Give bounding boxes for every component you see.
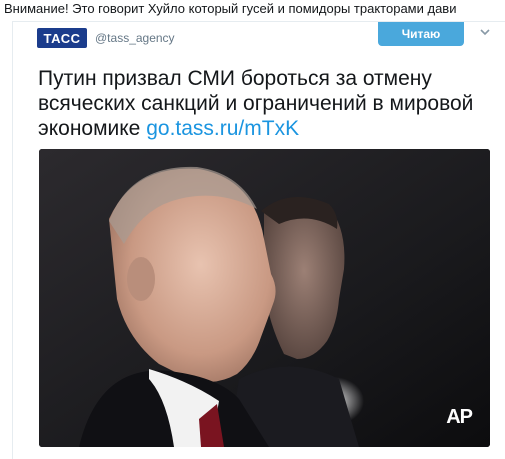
tweet-text: Путин призвал СМИ бороться за отмену вся… [38, 66, 498, 141]
follow-button-label: Читаю [401, 27, 441, 41]
tweet-photo[interactable]: AP [39, 149, 490, 447]
tass-logo-text: ТАСС [43, 30, 81, 46]
tass-logo[interactable]: ТАСС [37, 28, 87, 48]
account-handle[interactable]: @tass_agency [95, 31, 175, 45]
post-caption: Внимание! Это говорит Хуйло который гусе… [4, 1, 457, 16]
embedded-tweet: ТАСС @tass_agency Читаю Путин призвал СМ… [12, 21, 505, 459]
photo-illustration [39, 149, 490, 447]
ap-credit-logo: AP [446, 406, 473, 428]
tweet-link[interactable]: go.tass.ru/mTxK [146, 117, 299, 140]
chevron-down-icon[interactable] [479, 26, 491, 38]
follow-button[interactable]: Читаю [378, 22, 464, 46]
